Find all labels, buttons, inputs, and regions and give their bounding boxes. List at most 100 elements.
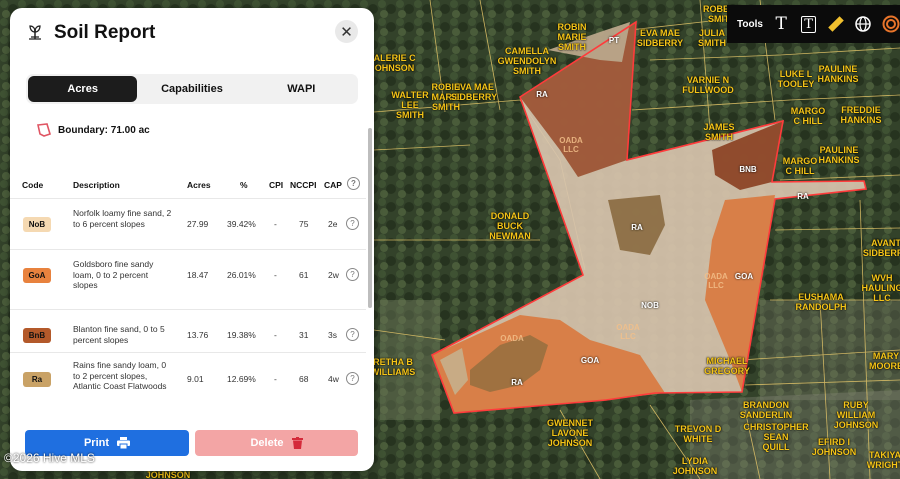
radius-tool-button[interactable] xyxy=(882,14,900,34)
parcel-owner-label: TREVON D WHITE xyxy=(674,424,722,444)
target-icon xyxy=(882,15,900,33)
text-box-tool-button[interactable]: T xyxy=(799,14,817,34)
parcel-owner-label: LUKE L TOOLEY xyxy=(777,69,815,89)
soil-unit-label: GOA xyxy=(580,356,600,365)
parcel-owner-label: EUSHAMA RANDOLPH xyxy=(795,292,847,312)
panel-title: Soil Report xyxy=(54,22,156,43)
soil-table: Code Description Acres % CPI NCCPI CAP ?… xyxy=(10,170,366,410)
globe-icon xyxy=(855,16,872,32)
parcel-owner-label: MARGO C HILL xyxy=(782,156,818,176)
soil-acres: 13.76 xyxy=(187,330,209,340)
text-icon: T xyxy=(775,14,787,34)
soil-description: Norfolk loamy fine sand, 2 to 6 percent … xyxy=(73,208,172,229)
parcel-owner-label: VARNIE N FULLWOOD xyxy=(682,75,734,95)
soil-percent: 12.69% xyxy=(227,374,256,384)
table-scrollbar[interactable] xyxy=(368,128,372,308)
soil-percent: 39.42% xyxy=(227,219,256,229)
parcel-owner-label: LYDIA JOHNSON xyxy=(672,456,718,476)
parcel-owner-label: OADA LLC xyxy=(704,272,728,290)
parcel-owner-label: GWENNET LAVONE JOHNSON xyxy=(547,418,593,448)
header-nccpi: NCCPI xyxy=(290,180,317,190)
soil-cap: 4w xyxy=(328,374,339,384)
globe-tool-button[interactable] xyxy=(854,14,872,34)
soil-cpi: - xyxy=(274,219,277,229)
parcel-owner-label: EVA MAE SIDBERRY xyxy=(450,82,498,102)
tools-toolbar: Tools T T xyxy=(727,5,900,43)
boundary-summary: Boundary: 71.00 ac xyxy=(36,122,150,138)
soil-cpi: - xyxy=(274,270,277,280)
soil-unit-label: NOB xyxy=(641,301,659,310)
parcel-owner-label: VALERIE C JOHNSON xyxy=(368,53,416,73)
soil-nccpi: 75 xyxy=(299,219,309,229)
soil-unit-label: RA xyxy=(797,192,809,201)
printer-icon xyxy=(117,437,131,449)
soil-cpi: - xyxy=(274,330,277,340)
parcel-owner-label: RUBY WILLIAM JOHNSON xyxy=(833,400,879,430)
parcel-owner-label: FREDDIE HANKINS xyxy=(840,105,882,125)
trash-icon xyxy=(291,437,303,449)
soil-percent: 19.38% xyxy=(227,330,256,340)
soil-unit-label: BNB xyxy=(739,165,757,174)
table-header: Code Description Acres % CPI NCCPI CAP ? xyxy=(10,170,366,198)
row-help-icon[interactable]: ? xyxy=(346,328,359,341)
parcel-owner-label: AVANT SIDBERRY xyxy=(862,238,900,258)
parcel-owner-label: CHRISTOPHER SEAN QUILL xyxy=(743,422,809,452)
close-icon: ✕ xyxy=(340,23,353,41)
measure-tool-button[interactable] xyxy=(827,14,845,34)
soil-unit-label: RA xyxy=(536,90,548,99)
panel-header: Soil Report xyxy=(26,22,155,44)
header-description: Description xyxy=(73,180,120,190)
soil-acres: 18.47 xyxy=(187,270,209,280)
header-cpi: CPI xyxy=(269,180,284,190)
parcel-owner-label: MARGO C HILL xyxy=(790,106,826,126)
soil-description: Rains fine sandy loam, 0 to 2 percent sl… xyxy=(73,360,167,391)
row-help-icon[interactable]: ? xyxy=(346,217,359,230)
parcel-owner-label: PAULINE HANKINS xyxy=(817,64,859,84)
parcel-owner-label: OADA LLC xyxy=(559,136,583,154)
soil-report-panel: Soil Report ✕ Acres Capabilities WAPI Bo… xyxy=(10,8,374,471)
row-help-icon[interactable]: ? xyxy=(346,372,359,385)
table-row[interactable]: NoB Norfolk loamy fine sand, 2 to 6 perc… xyxy=(10,198,366,248)
soil-nccpi: 61 xyxy=(299,270,309,280)
soil-cap: 2e xyxy=(328,219,338,229)
parcel-owner-label: OADA xyxy=(500,334,524,343)
text-tool-button[interactable]: T xyxy=(772,14,790,34)
parcel-owner-label: WVH HAULING LLC xyxy=(861,273,900,303)
parcel-owner-label: RETHA B WILLIAMS xyxy=(370,357,416,377)
delete-label: Delete xyxy=(250,437,284,449)
parcel-owner-label: JULIA SMITH xyxy=(698,28,726,48)
print-label: Print xyxy=(83,437,110,449)
soil-cap: 2w xyxy=(328,270,339,280)
row-help-icon[interactable]: ? xyxy=(346,268,359,281)
soil-acres: 9.01 xyxy=(187,374,204,384)
boundary-label: Boundary: 71.00 ac xyxy=(58,124,150,136)
header-help-icon[interactable]: ? xyxy=(347,177,360,190)
parcel-owner-label: TAKIYA WRIGHT xyxy=(866,450,900,470)
parcel-owner-label: DONALD BUCK NEWMAN xyxy=(489,211,531,241)
delete-button[interactable]: Delete xyxy=(195,430,358,456)
soil-cpi: - xyxy=(274,374,277,384)
soil-code-badge: NoB xyxy=(23,217,51,232)
soil-code-badge: GoA xyxy=(23,268,51,283)
parcel-owner-label: WALTER LEE SMITH xyxy=(391,90,429,120)
parcel-owner-label: JAMES SMITH xyxy=(703,122,735,142)
tab-wapi[interactable]: WAPI xyxy=(247,76,356,102)
table-row[interactable]: GoA Goldsboro fine sandy loam, 0 to 2 pe… xyxy=(10,249,366,299)
close-button[interactable]: ✕ xyxy=(335,20,358,43)
soil-unit-label: RA xyxy=(511,378,523,387)
header-cap: CAP xyxy=(324,180,342,190)
copyright-notice: ©2026 Hive MLS xyxy=(4,451,95,465)
table-row[interactable]: Ra Rains fine sandy loam, 0 to 2 percent… xyxy=(10,352,366,402)
tools-label: Tools xyxy=(737,18,763,30)
tab-acres[interactable]: Acres xyxy=(28,76,138,102)
tab-capabilities[interactable]: Capabilities xyxy=(137,76,246,102)
text-box-icon: T xyxy=(801,15,816,33)
soil-description: Blanton fine sand, 0 to 5 percent slopes xyxy=(73,324,165,345)
boundary-polygon-icon xyxy=(37,123,51,137)
parcel-owner-label: MARY MOORE xyxy=(868,351,900,371)
soil-unit-label: GOA xyxy=(734,272,754,281)
soil-code-badge: BnB xyxy=(23,328,51,343)
header-acres: Acres xyxy=(187,180,211,190)
report-tabs: Acres Capabilities WAPI xyxy=(26,74,358,104)
soil-acres: 27.99 xyxy=(187,219,209,229)
